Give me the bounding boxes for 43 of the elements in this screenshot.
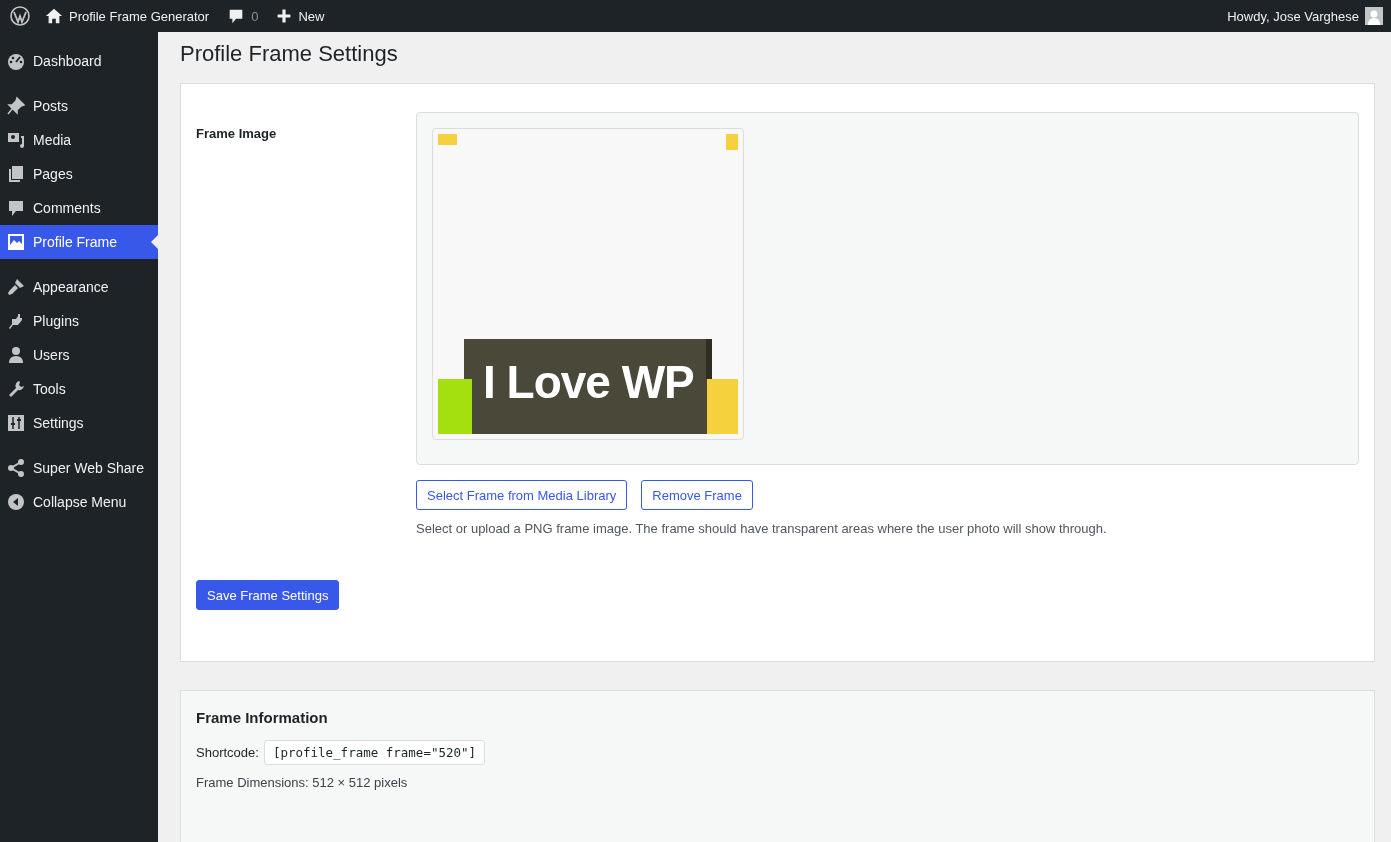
menu-item[interactable]: Collapse Menu <box>0 485 158 519</box>
secondary-button[interactable]: Select Frame from Media Library <box>416 480 628 510</box>
collapse-icon <box>6 492 26 512</box>
help-text: Select or upload a PNG frame image. The frame should have transparent areas where the user photo will show through. <box>416 521 1108 536</box>
frame-text: I Love WP <box>483 355 694 409</box>
menu-item[interactable]: Tools <box>0 372 158 406</box>
menu-item[interactable]: Super Web Share <box>0 451 158 485</box>
image-icon <box>6 232 26 252</box>
speech-bubble-icon <box>6 198 26 218</box>
menu-item[interactable]: Settings <box>0 406 158 440</box>
comments-link[interactable]: 0 <box>218 0 268 32</box>
shortcode-field[interactable]: [profile_frame frame="520"] <box>263 740 486 765</box>
site-link[interactable]: Profile Frame Generator <box>36 0 219 32</box>
sliders-icon <box>6 413 26 433</box>
menu-item[interactable]: Plugins <box>0 304 158 338</box>
home-icon <box>45 7 63 25</box>
avatar-icon <box>1365 7 1383 25</box>
field-label: Frame Image <box>196 125 277 143</box>
section-title: Frame Information <box>196 709 329 726</box>
save-button[interactable]: Save Frame Settings <box>196 580 340 610</box>
pages-icon <box>6 164 26 184</box>
media-icon <box>6 130 26 150</box>
paintbrush-icon <box>6 277 26 297</box>
menu-item[interactable]: Media <box>0 123 158 157</box>
user-icon <box>6 345 26 365</box>
menu-item[interactable]: Pages <box>0 157 158 191</box>
shortcode-label: Shortcode: <box>196 745 259 760</box>
share-icon <box>6 458 26 478</box>
dashboard-icon <box>6 51 26 71</box>
wordpress-logo-icon[interactable] <box>10 6 30 26</box>
menu-item[interactable]: Users <box>0 338 158 372</box>
account-link[interactable]: Howdy, Jose Varghese <box>1218 0 1385 32</box>
menu-item[interactable]: Comments <box>0 191 158 225</box>
menu-item[interactable]: Posts <box>0 89 158 123</box>
dimensions-text: Frame Dimensions: 512 × 512 pixels <box>196 775 409 790</box>
menu-item[interactable]: Dashboard <box>0 44 158 78</box>
pushpin-icon <box>6 96 26 116</box>
new-link[interactable]: New <box>267 0 334 32</box>
menu-item[interactable]: Appearance <box>0 270 158 304</box>
menu-item[interactable]: Profile Frame <box>0 225 158 259</box>
plus-icon <box>276 8 293 24</box>
secondary-button[interactable]: Remove Frame <box>641 480 753 510</box>
page-title: Profile Frame Settings <box>180 40 399 68</box>
